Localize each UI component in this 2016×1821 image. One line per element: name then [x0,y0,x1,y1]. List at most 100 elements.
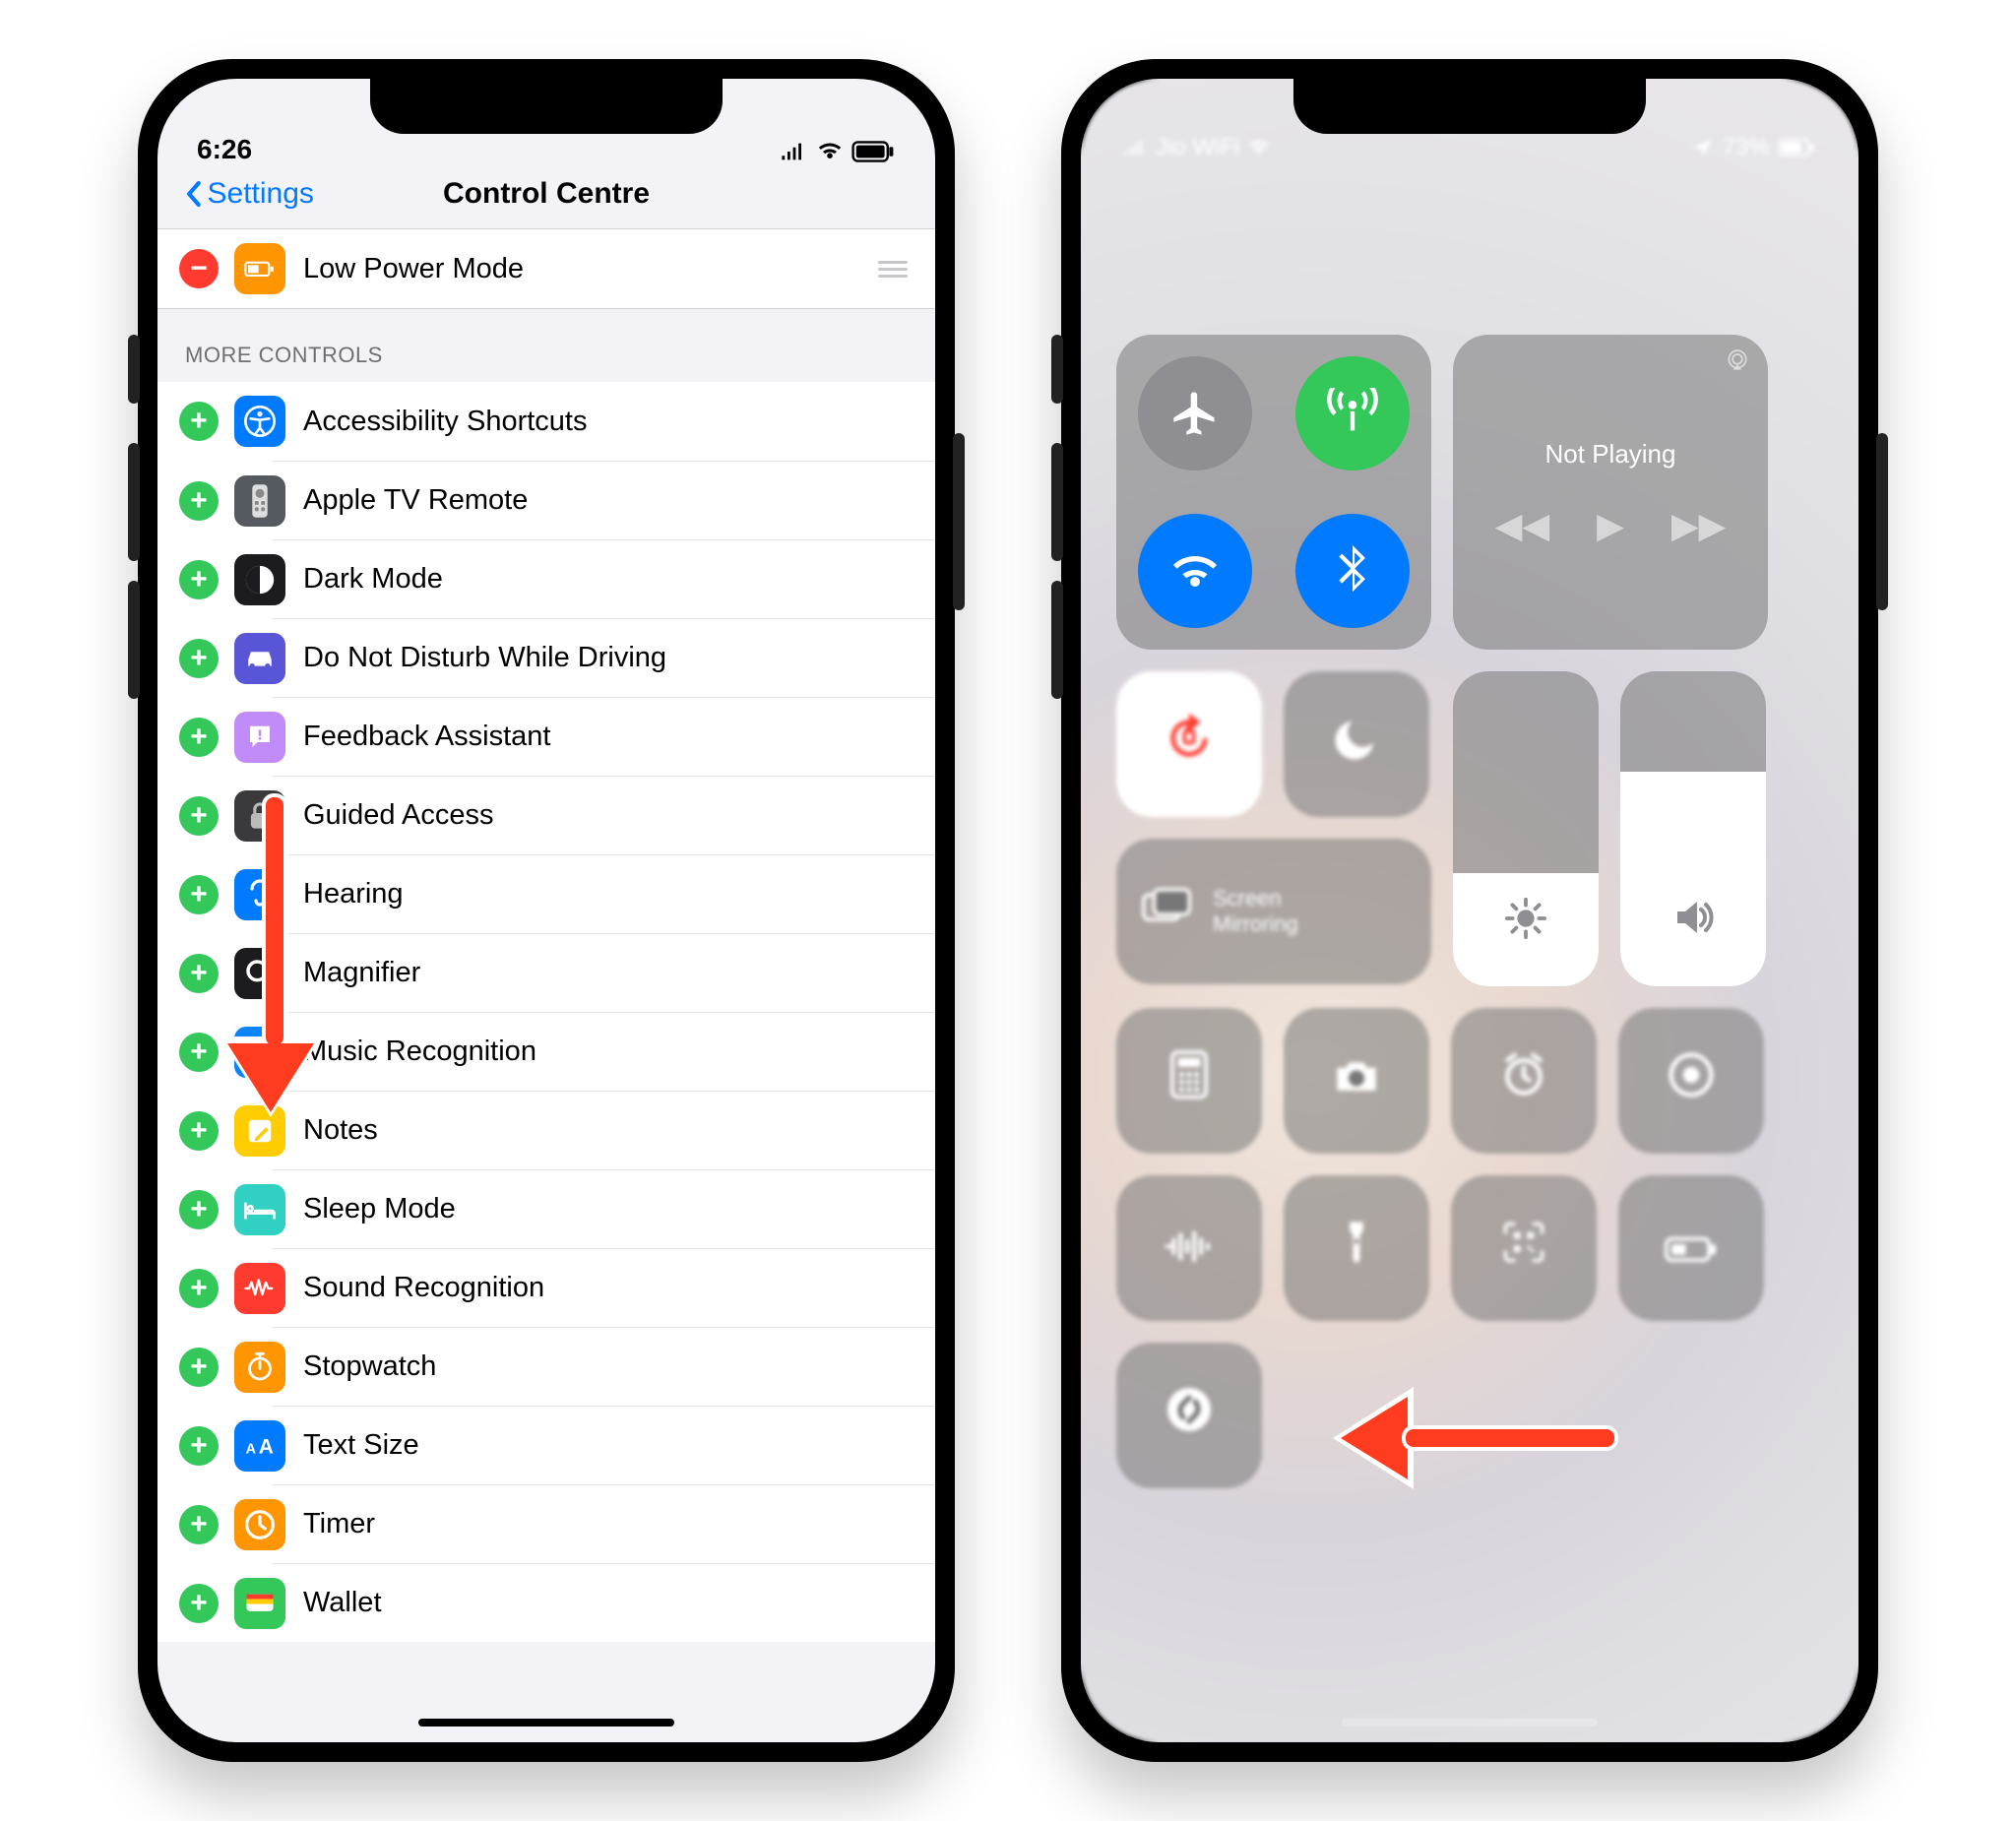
add-button[interactable]: + [179,1505,219,1544]
add-button[interactable]: + [179,1190,219,1229]
list-item-label: Text Size [303,1429,419,1462]
page-title: Control Centre [443,177,650,211]
included-controls-list: − Low Power Mode [158,228,935,309]
list-item-label: Timer [303,1508,375,1540]
wifi-icon [816,138,844,165]
home-indicator[interactable] [418,1719,674,1727]
list-item[interactable]: +Apple TV Remote [272,461,935,539]
list-item[interactable]: +Sleep Mode [272,1169,935,1248]
drag-handle-icon[interactable] [878,261,914,278]
add-button[interactable]: + [179,796,219,836]
now-playing-label: Not Playing [1545,439,1676,470]
cellular-icon [781,138,808,165]
battery-icon [234,243,285,294]
bed-icon [234,1184,285,1235]
phone-frame-right: Jio WiFi 73% [1061,59,1878,1762]
svg-text:A: A [259,1435,274,1457]
feedback-icon [234,712,285,763]
list-item[interactable]: +Dark Mode [272,539,935,618]
list-item-label: Sound Recognition [303,1272,544,1304]
list-item[interactable]: +Feedback Assistant [272,697,935,776]
list-item-label: Dark Mode [303,563,443,596]
add-button[interactable]: + [179,481,219,521]
phone-frame-left: 6:26 Settings Control Centre − Low Power… [138,59,955,1762]
section-header: MORE CONTROLS [158,309,935,382]
add-button[interactable]: + [179,1033,219,1072]
bluetooth-toggle[interactable] [1295,514,1410,628]
list-item[interactable]: +Guided Access [272,776,935,854]
remote-icon [234,475,285,527]
svg-text:A: A [246,1441,256,1457]
list-item[interactable]: +Do Not Disturb While Driving [272,618,935,697]
darkmode-icon [234,554,285,605]
list-item-label: Sleep Mode [303,1193,456,1225]
list-item-label: Feedback Assistant [303,721,550,753]
brightness-slider[interactable] [1453,671,1599,986]
add-button[interactable]: + [179,1111,219,1151]
airplane-mode-toggle[interactable] [1138,356,1252,471]
list-item[interactable]: +Timer [272,1484,935,1563]
bluetooth-icon [1338,545,1367,596]
list-item-label: Notes [303,1114,378,1147]
add-button[interactable]: + [179,718,219,757]
add-button[interactable]: + [179,954,219,993]
list-item-label: Guided Access [303,799,493,832]
wifi-toggle[interactable] [1138,514,1252,628]
next-track-button[interactable]: ▶▶ [1671,505,1726,546]
airplane-icon [1169,388,1221,439]
home-indicator[interactable] [1342,1719,1598,1727]
back-button[interactable]: Settings [185,177,314,211]
stopwatch-icon [234,1342,285,1393]
list-item[interactable]: +Sound Recognition [272,1248,935,1327]
annotation-arrow-left [1333,1387,1618,1489]
play-button[interactable]: ▶ [1597,505,1624,546]
list-item[interactable]: +AAText Size [272,1406,935,1484]
list-item-label: Music Recognition [303,1036,536,1068]
status-indicators [781,138,896,165]
textsize-icon: AA [234,1420,285,1472]
list-item-label: Hearing [303,878,404,910]
list-item-label: Magnifier [303,957,420,989]
speaker-icon [1670,894,1717,953]
add-button[interactable]: + [179,639,219,678]
list-item[interactable]: + Accessibility Shortcuts [158,382,935,461]
annotation-arrow-down [262,793,314,1112]
list-item[interactable]: +Music Recognition [272,1012,935,1091]
list-item-label: Accessibility Shortcuts [303,406,588,438]
airplay-icon[interactable] [1725,348,1750,380]
wallet-icon [234,1578,285,1629]
now-playing-tile[interactable]: Not Playing ◀◀ ▶ ▶▶ [1453,335,1768,650]
settings-screen: 6:26 Settings Control Centre − Low Power… [158,79,935,1742]
prev-track-button[interactable]: ◀◀ [1495,505,1549,546]
add-button[interactable]: + [179,1584,219,1623]
list-item[interactable]: +Stopwatch [272,1327,935,1406]
list-item[interactable]: − Low Power Mode [158,229,935,308]
list-item-label: Apple TV Remote [303,484,528,517]
list-item[interactable]: +Notes [272,1091,935,1169]
nav-bar: Settings Control Centre [158,167,935,228]
cellular-data-toggle[interactable] [1295,356,1410,471]
list-item[interactable]: +Wallet [272,1563,935,1642]
wave-icon [234,1263,285,1314]
chevron-left-icon [185,179,202,209]
add-button[interactable]: + [179,1269,219,1308]
add-button[interactable]: + [179,560,219,599]
list-item-label: Wallet [303,1587,382,1619]
sun-icon [1503,896,1548,953]
remove-button[interactable]: − [179,249,219,288]
list-item-label: Low Power Mode [303,253,524,285]
list-item[interactable]: +Hearing [272,854,935,933]
wifi-icon [1168,551,1222,592]
volume-slider[interactable] [1620,671,1766,986]
add-button[interactable]: + [179,1426,219,1466]
add-button[interactable]: + [179,875,219,914]
accessibility-icon [234,396,285,447]
status-time: 6:26 [197,134,252,165]
car-icon [234,633,285,684]
add-button[interactable]: + [179,402,219,441]
add-button[interactable]: + [179,1348,219,1387]
list-item[interactable]: +Magnifier [272,933,935,1012]
back-label: Settings [208,177,314,211]
connectivity-tile[interactable] [1116,335,1431,650]
list-item-label: Do Not Disturb While Driving [303,642,666,674]
